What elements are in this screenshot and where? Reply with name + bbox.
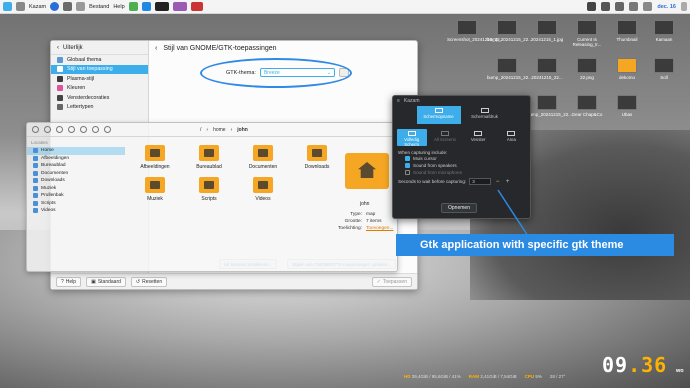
- ram-value: 2,41GiB / 7,54GiB: [480, 374, 517, 379]
- cpu-value: 5%: [535, 374, 542, 379]
- clock-minutes: 36: [641, 353, 668, 377]
- system-monitor-bar: HD 39,4GiB / 95,6GiB / 41% RAM 2,41GiB /…: [404, 374, 565, 379]
- cpu-key: CPU: [524, 374, 535, 379]
- ram-key: RAM: [468, 374, 480, 379]
- arrow-line: [497, 189, 529, 237]
- temperature-value: 28 / 27°: [549, 374, 566, 379]
- hd-value: 39,4GiB / 95,6GiB / 41%: [411, 374, 461, 379]
- arrow-connector: [497, 189, 529, 237]
- clock-day: wo: [676, 368, 684, 374]
- caption-banner: Gtk application with specific gtk theme: [396, 234, 674, 256]
- hd-key: HD: [404, 374, 411, 379]
- clock-hours: 09: [602, 353, 629, 377]
- desktop-clock: 09.36: [602, 353, 668, 377]
